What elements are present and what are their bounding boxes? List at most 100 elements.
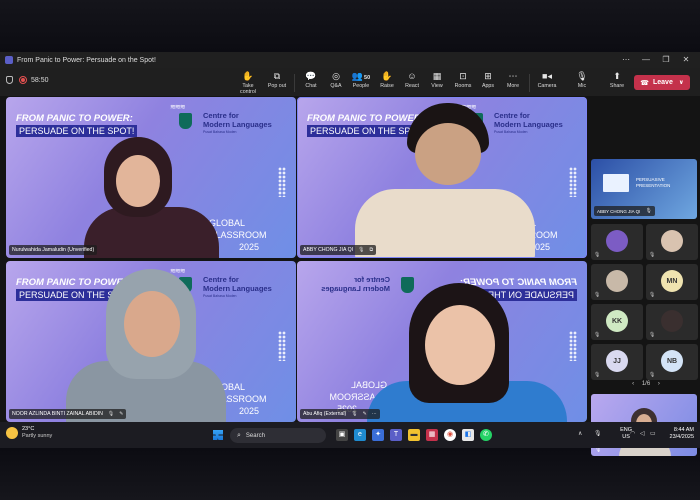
leave-button[interactable]: ☎ Leave ∨ (634, 75, 690, 90)
view-button[interactable]: ▦ View (424, 71, 450, 89)
edge-browser-icon[interactable]: e (354, 429, 366, 441)
avatar: MN (661, 270, 683, 292)
teams-icon[interactable]: T (390, 429, 402, 441)
mic-muted-icon: 🎙 (594, 372, 601, 378)
wifi-icon[interactable]: ◠ (630, 430, 635, 437)
chat-icon: 💬 (305, 71, 317, 81)
qa-button[interactable]: ◎ Q&A (323, 71, 349, 89)
store-icon[interactable]: ▦ (426, 429, 438, 441)
chevron-right-icon[interactable]: › (658, 381, 660, 387)
react-button[interactable]: ☺ React (399, 71, 425, 89)
close-button[interactable]: ✕ (676, 52, 696, 68)
avatar (606, 230, 628, 252)
mic-muted-icon: 🎙 (594, 252, 601, 258)
teams-app-icon (5, 56, 13, 64)
file-explorer-icon[interactable]: ▬ (408, 429, 420, 441)
mic-tray-icon[interactable]: 🎙 (594, 430, 602, 437)
mic-muted-icon: 🎙 (594, 292, 601, 298)
windows-taskbar: 23°C Partly sunny ⌕ Search ▣ e ✦ T ▬ ▦ ◉… (0, 422, 700, 448)
more-button[interactable]: ⋯ More (500, 71, 526, 89)
avatar: JJ (606, 350, 628, 372)
pop-out-icon: ⧉ (273, 71, 281, 81)
mic-icon: 🎙 (645, 208, 652, 214)
participant-thumbnail[interactable]: 🎙 (646, 224, 698, 260)
search-icon: ⌕ (237, 431, 241, 439)
windows-start-icon[interactable] (213, 430, 223, 440)
copilot-icon[interactable]: ✦ (372, 429, 384, 441)
participant-thumbnail[interactable]: MN 🎙 (646, 264, 698, 300)
more-options-icon[interactable]: ⋯ (616, 52, 636, 68)
toolbar-separator (529, 74, 530, 92)
rooms-button[interactable]: ⊡ Rooms (450, 71, 476, 89)
participant-thumbnail[interactable]: 🎙 (646, 304, 698, 340)
pop-out-button[interactable]: ⧉ Pop out (264, 71, 290, 89)
org-name: Centre for Modern Languages (203, 111, 272, 129)
university-crest-icon (401, 277, 414, 293)
event-name: GLOBAL CLASSROOM2025 (209, 218, 267, 252)
participant-face (124, 291, 180, 357)
participant-rail: PERSUASIVE PRESENTATION ABBY CHONG JIA QI… (589, 96, 700, 456)
presentation-title: PERSUASIVE PRESENTATION (636, 177, 671, 188)
more-icon: ⋯ (508, 71, 518, 81)
slide-title: FROM PANIC TO POWER: (16, 113, 133, 124)
take-control-button[interactable]: ✋ Take control (235, 71, 261, 95)
participant-thumbnail[interactable]: KK 🎙 (591, 304, 643, 340)
org-name: Centre for Modern Languages (321, 275, 390, 293)
chrome-icon[interactable]: ◉ (444, 429, 456, 441)
participant-tile[interactable]: FROM PANIC TO POWER: PERSUADE ON THE SPO… (6, 261, 296, 422)
chevron-up-icon[interactable]: ∧ (578, 430, 582, 437)
participant-tile[interactable]: FROM PANIC TO POWER: PERSUADE ON THE SPO… (6, 97, 296, 258)
task-view-icon[interactable]: ▣ (336, 429, 348, 441)
raise-hand-icon: ✋ (381, 71, 393, 81)
weather-widget[interactable]: 23°C Partly sunny (6, 426, 52, 440)
meeting-toolbar: 58:50 ✋ Take control ⧉ Pop out 💬 Chat ◎ Q&A … (0, 68, 700, 96)
participant-thumbnail[interactable]: 🎙 (591, 224, 643, 260)
title-bar: From Panic to Power: Persuade on the Spo… (0, 52, 700, 68)
camera-icon: ■◂ (542, 71, 552, 81)
apps-icon: ⊞ (484, 71, 492, 81)
chevron-left-icon[interactable]: ‹ (632, 381, 634, 387)
participant-face (425, 305, 495, 385)
taskbar-search[interactable]: ⌕ Search (230, 428, 326, 443)
recording-icon (19, 76, 27, 84)
participant-tile[interactable]: FROM PANIC TO POWER: PERSUADE ON THE SPO… (297, 97, 587, 258)
participant-thumbnail[interactable]: NB 🎙 (646, 344, 698, 380)
battery-icon[interactable]: ▭ (650, 430, 656, 437)
pin-icon: ✎ (119, 411, 124, 417)
clock[interactable]: 8:44 AM 23/4/2025 (670, 427, 694, 441)
org-name: Centre for Modern Languages (203, 275, 272, 293)
camera-button[interactable]: ■◂ Camera (534, 71, 560, 89)
presenter-name-tag: ABBY CHONG JIA QI 🎙 (594, 206, 655, 216)
participant-tile[interactable]: FROM PANIC TO POWER: PERSUADE ON THE SPO… (297, 261, 587, 422)
participant-thumbnail[interactable]: 🎙 (591, 264, 643, 300)
participant-face (116, 155, 160, 207)
take-control-icon: ✋ (242, 71, 254, 81)
mic-button[interactable]: 🎙 Mic (569, 71, 595, 89)
timer-text: 58:50 (31, 76, 49, 84)
presentation-thumbnail[interactable]: PERSUASIVE PRESENTATION ABBY CHONG JIA QI… (591, 159, 697, 219)
active-speaker-border (297, 97, 587, 258)
share-button[interactable]: ⬆ Share (604, 71, 630, 89)
participant-thumbnail[interactable]: JJ 🎙 (591, 344, 643, 380)
apps-button[interactable]: ⊞ Apps (475, 71, 501, 89)
chevron-down-icon: ∨ (678, 80, 684, 86)
whatsapp-icon[interactable]: ✆ (480, 429, 492, 441)
desktop-top-band (0, 0, 700, 52)
minimize-button[interactable]: — (636, 52, 656, 68)
window-title: From Panic to Power: Persuade on the Spo… (17, 56, 156, 64)
app-icon[interactable]: ◧ (462, 429, 474, 441)
maximize-button[interactable]: ❐ (656, 52, 676, 68)
video-stage: FROM PANIC TO POWER: PERSUADE ON THE SPO… (0, 96, 700, 456)
slide-thumbnail-graphic (603, 174, 629, 192)
avatar (661, 230, 683, 252)
teams-meeting-window: From Panic to Power: Persuade on the Spo… (0, 52, 700, 456)
university-crest-icon (179, 113, 192, 129)
chat-button[interactable]: 💬 Chat (298, 71, 324, 89)
raise-hand-button[interactable]: ✋ Raise (374, 71, 400, 89)
view-icon: ▦ (432, 71, 442, 81)
participant-name-tag: Abu Afiq (External) 🎙 ✎ ⋯ (300, 409, 380, 419)
participant-name-tag: Nurulwahida Jamaludin (Unverified) (9, 245, 98, 255)
speaker-icon[interactable]: ◁ (640, 430, 645, 437)
partly-sunny-icon (6, 427, 18, 439)
people-button[interactable]: 👥50 People (348, 71, 374, 89)
